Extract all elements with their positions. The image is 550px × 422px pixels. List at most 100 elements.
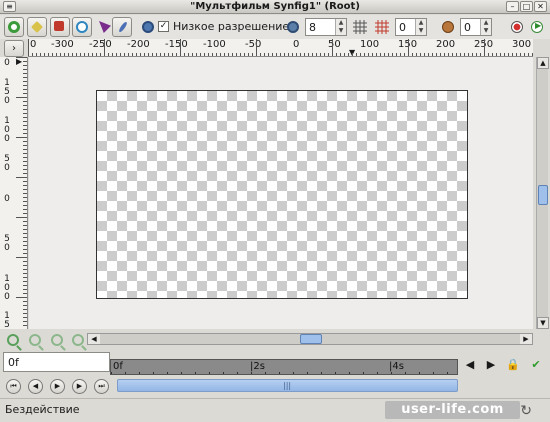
h-ruler-tick	[52, 53, 53, 56]
time-scrollbar[interactable]: |||	[117, 379, 458, 392]
vertical-scrollbar[interactable]: ▲ ▼	[536, 57, 549, 329]
h-ruler-tick	[384, 53, 385, 56]
resolution-stepper[interactable]: ▲ ▼	[335, 19, 346, 35]
horizontal-scrollbar[interactable]: ◀ ▶	[87, 333, 533, 345]
h-ruler-tick	[408, 39, 409, 56]
h-ruler-tick	[432, 53, 433, 56]
v-ruler-tick	[23, 161, 27, 162]
h-ruler-tick	[164, 53, 165, 56]
zoom-out-icon[interactable]	[29, 334, 41, 346]
zoom-100-icon[interactable]	[72, 334, 84, 346]
show-radius-handles-button[interactable]	[72, 17, 92, 37]
refresh-icon[interactable]: ↻	[520, 403, 532, 419]
h-ruler-tick	[184, 53, 185, 56]
h-ruler-tick	[100, 53, 101, 56]
v-ruler-tick	[23, 101, 27, 102]
keyframe-lock-icon[interactable]: 🔒	[506, 358, 520, 372]
v-ruler-tick	[23, 185, 27, 186]
maximize-button[interactable]: □	[520, 1, 533, 12]
v-ruler-tick	[23, 261, 27, 262]
scroll-down-arrow[interactable]: ▼	[537, 317, 549, 329]
render-settings-icon[interactable]	[138, 17, 158, 37]
scroll-up-arrow[interactable]: ▲	[537, 57, 549, 69]
status-text: Бездействие	[5, 403, 80, 416]
v-ruler-label: 0	[4, 58, 10, 68]
show-vertex-handles-button[interactable]	[27, 17, 47, 37]
show-position-handles-button[interactable]	[4, 17, 24, 37]
scroll-right-arrow[interactable]: ▶	[520, 334, 532, 344]
h-ruler-tick	[40, 53, 41, 56]
h-ruler-tick	[228, 53, 229, 56]
scroll-left-arrow[interactable]: ◀	[88, 334, 100, 344]
v-ruler-tick	[23, 113, 27, 114]
play-button[interactable]: ▶	[50, 379, 65, 394]
h-ruler-tick	[416, 53, 417, 56]
record-icon[interactable]	[507, 17, 527, 37]
timeline-tick	[209, 372, 210, 374]
current-time-field[interactable]: 0f	[3, 352, 110, 372]
h-ruler-tick	[160, 53, 161, 56]
v-ruler-tick	[23, 277, 27, 278]
resolution-value: 8	[309, 21, 316, 34]
v-ruler-label: 0	[4, 292, 10, 302]
v-ruler-tick	[23, 213, 27, 214]
h-ruler-tick	[296, 53, 297, 56]
prev-keyframe-icon[interactable]: ◀	[463, 358, 477, 372]
h-ruler-tick	[332, 39, 333, 56]
minimize-button[interactable]: –	[506, 1, 519, 12]
h-ruler-label: -200	[127, 39, 150, 50]
time-scroll-grip[interactable]: |||	[283, 381, 291, 390]
zoom-in-icon[interactable]	[7, 334, 19, 346]
zoom-fit-icon[interactable]	[51, 334, 63, 346]
v-ruler-tick	[23, 309, 27, 310]
h-ruler-tick	[312, 53, 313, 56]
v-ruler-label: 0	[4, 243, 10, 253]
seek-begin-button[interactable]: ⏮	[6, 379, 21, 394]
close-button[interactable]: ✕	[534, 1, 547, 12]
v-ruler-tick	[23, 225, 27, 226]
grid-size-spinbox[interactable]: 0 ▲ ▼	[395, 18, 427, 36]
show-grid-icon[interactable]	[353, 20, 367, 34]
low-res-checkbox[interactable]: ✓	[158, 21, 169, 32]
h-ruler-label: -50	[245, 39, 262, 50]
document-canvas[interactable]	[96, 90, 468, 299]
v-ruler-tick	[23, 193, 27, 194]
preview-play-icon[interactable]: ▶	[527, 17, 547, 37]
vertical-scroll-thumb[interactable]	[538, 185, 548, 205]
onion-skin-stepper[interactable]: ▲ ▼	[480, 19, 491, 35]
onion-skin-spinbox[interactable]: 0 ▲ ▼	[460, 18, 492, 36]
time-slider[interactable]: 0f |2s |4s	[110, 359, 458, 375]
h-ruler-tick	[484, 39, 485, 56]
next-keyframe-icon[interactable]: ▶	[484, 358, 498, 372]
h-ruler-tick	[420, 53, 421, 56]
h-ruler-tick	[232, 53, 233, 56]
h-ruler-tick	[216, 53, 217, 56]
h-ruler-tick	[248, 53, 249, 56]
horizontal-scroll-thumb[interactable]	[300, 334, 322, 344]
seek-next-frame-button[interactable]: ▶	[72, 379, 87, 394]
onion-skin-icon[interactable]	[438, 17, 458, 37]
resolution-spinbox[interactable]: 8 ▲ ▼	[305, 18, 347, 36]
timeline-tick	[111, 372, 112, 374]
timeline-tick	[433, 372, 434, 374]
grid-size-stepper[interactable]: ▲ ▼	[415, 19, 426, 35]
h-ruler-tick	[60, 53, 61, 56]
h-ruler-label: -150	[165, 39, 188, 50]
timeline-tick	[195, 372, 196, 374]
v-ruler-tick	[16, 97, 27, 98]
h-ruler-tick	[288, 53, 289, 56]
seek-end-button[interactable]: ⏭	[94, 379, 109, 394]
h-ruler-label: -300	[51, 39, 74, 50]
h-ruler-tick	[444, 53, 445, 56]
h-ruler-tick	[428, 53, 429, 56]
timeline-tick	[349, 372, 350, 374]
work-area[interactable]	[29, 57, 533, 329]
h-ruler-tick	[412, 53, 413, 56]
show-width-handles-button[interactable]	[112, 17, 132, 37]
show-tangent-handles-button[interactable]	[50, 17, 70, 37]
animation-mode-check-icon[interactable]: ✔	[529, 358, 543, 372]
snap-grid-icon[interactable]	[375, 20, 389, 34]
h-ruler-tick	[200, 53, 201, 56]
seek-prev-frame-button[interactable]: ◀	[28, 379, 43, 394]
ruler-toggle-button[interactable]: ›	[4, 40, 24, 57]
